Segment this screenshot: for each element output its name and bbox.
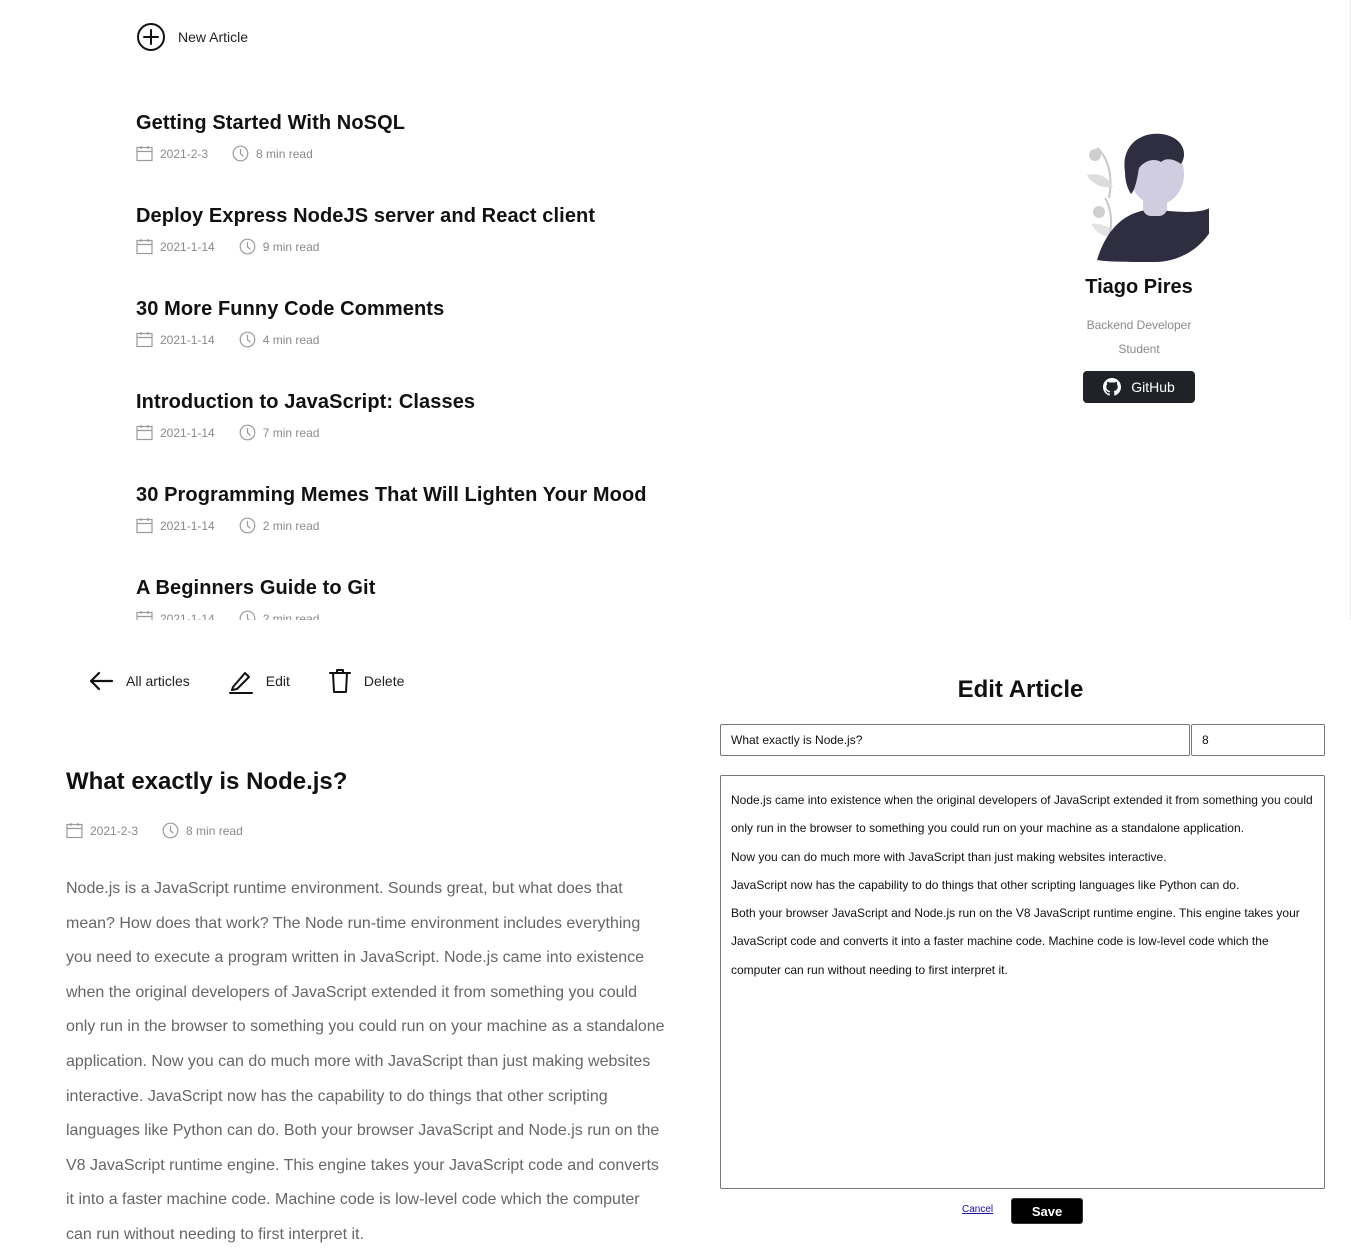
article-date: 2021-1-14 [160,332,215,347]
new-article-label: New Article [178,29,249,45]
read-time-input[interactable] [1191,724,1325,756]
trash-icon [328,668,352,694]
edit-button[interactable]: Edit [228,668,290,694]
article-meta: 2021-1-14 2 min read [136,610,647,620]
article-read-time: 4 min read [262,332,320,347]
edit-article-form: Edit Article Node.js came into existence… [690,630,1351,1254]
calendar-icon [136,331,153,348]
article-link[interactable]: 30 Programming Memes That Will Lighten Y… [136,483,647,507]
article-read-time: 2 min read [262,611,320,621]
clock-icon [232,145,249,162]
arrow-left-icon [88,670,114,692]
article-title: What exactly is Node.js? [66,768,348,795]
article-toolbar: All articles Edit Delete [88,668,442,694]
clock-icon [239,610,256,620]
all-articles-button[interactable]: All articles [88,670,190,692]
article-read-time: 8 min read [256,146,313,161]
github-button[interactable]: GitHub [1083,371,1195,403]
article-date: 2021-2-3 [160,146,209,161]
article-read-time: 7 min read [262,425,320,440]
author-role: Backend Developer Student [1060,313,1218,361]
article-read-time: 8 min read [186,823,243,838]
calendar-icon [136,424,153,441]
article-link[interactable]: Getting Started With NoSQL [136,111,647,135]
clock-icon [239,424,256,441]
title-input[interactable] [720,724,1190,756]
clock-icon [162,822,179,839]
author-role-line1: Backend Developer [1086,318,1192,332]
article-date: 2021-1-14 [160,611,215,621]
calendar-icon [136,145,153,162]
avatar [1069,128,1209,268]
article-meta: 2021-1-14 7 min read [136,424,647,441]
delete-label: Delete [363,673,405,689]
github-label: GitHub [1131,379,1175,395]
plus-circle-icon [136,22,166,52]
article-read-time: 9 min read [262,239,320,254]
list-item: Deploy Express NodeJS server and React c… [136,204,647,297]
article-meta: 2021-1-14 4 min read [136,331,647,348]
list-item: A Beginners Guide to Git 2021-1-14 2 min r… [136,576,647,620]
article-link[interactable]: Introduction to JavaScript: Classes [136,390,647,414]
calendar-icon [66,822,83,839]
article-link[interactable]: 30 More Funny Code Comments [136,297,647,321]
clock-icon [239,238,256,255]
article-body: Node.js is a JavaScript runtime environm… [66,880,665,1243]
list-item: Introduction to JavaScript: Classes 2021-… [136,390,647,483]
article-view-page: All articles Edit Delete What exactly is… [0,630,680,1254]
clock-icon [239,331,256,348]
edit-article-heading: Edit Article [957,676,1084,703]
article-read-time: 2 min read [262,518,320,533]
calendar-icon [136,517,153,534]
article-list: Getting Started With NoSQL 2021-2-3 8 min … [136,111,647,620]
article-link[interactable]: Deploy Express NodeJS server and React c… [136,204,647,228]
save-button[interactable]: Save [1011,1198,1083,1224]
article-date: 2021-2-3 [90,823,139,838]
new-article-button[interactable]: New Article [136,22,248,52]
list-item: Getting Started With NoSQL 2021-2-3 8 min … [136,111,647,204]
article-date: 2021-1-14 [160,518,215,533]
author-role-line2: Student [1118,342,1160,356]
content-textarea[interactable]: Node.js came into existence when the ori… [720,775,1325,1189]
author-name: Tiago Pires [1085,276,1193,298]
pencil-icon [228,668,254,694]
edit-label: Edit [265,673,290,689]
list-item: 30 More Funny Code Comments 2021-1-14 4 mi… [136,297,647,390]
calendar-icon [136,610,153,620]
calendar-icon [136,238,153,255]
article-date: 2021-1-14 [160,425,215,440]
article-date: 2021-1-14 [160,239,215,254]
article-link[interactable]: A Beginners Guide to Git [136,576,647,600]
article-meta: 2021-2-3 8 min read [136,145,647,162]
article-meta: 2021-2-3 8 min read [66,822,243,839]
clock-icon [239,517,256,534]
delete-button[interactable]: Delete [328,668,404,694]
all-articles-label: All articles [126,673,190,689]
list-item: 30 Programming Memes That Will Lighten Y… [136,483,647,576]
article-list-page: New Article Getting Started With NoSQL 20… [0,0,1351,620]
github-icon [1103,378,1122,396]
cancel-link[interactable]: Cancel [962,1204,993,1215]
article-meta: 2021-1-14 2 min read [136,517,647,534]
article-meta: 2021-1-14 9 min read [136,238,647,255]
author-card: Tiago Pires Backend Developer Student Gi… [1060,128,1218,403]
